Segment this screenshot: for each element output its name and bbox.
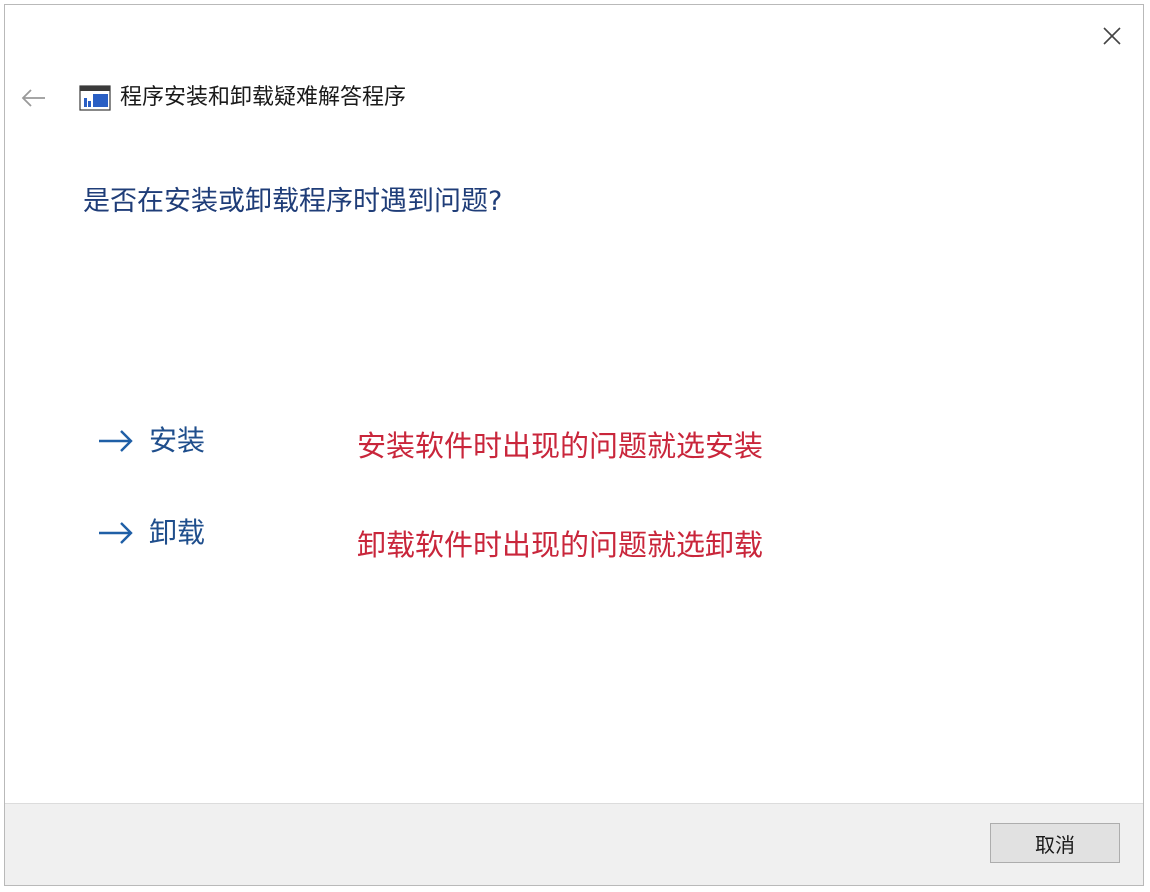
option-uninstall[interactable]: 卸载 (97, 513, 205, 553)
footer-bar: 取消 (5, 803, 1143, 885)
annotation-uninstall: 卸载软件时出现的问题就选卸载 (357, 528, 764, 562)
arrow-right-icon (99, 430, 133, 452)
close-icon (1103, 27, 1121, 45)
window-title: 程序安装和卸载疑难解答程序 (120, 85, 407, 110)
page-heading: 是否在安装或卸载程序时遇到问题? (83, 186, 503, 217)
back-arrow-icon (21, 89, 45, 107)
cancel-button[interactable]: 取消 (990, 823, 1120, 863)
troubleshooter-window: 程序安装和卸载疑难解答程序 是否在安装或卸载程序时遇到问题? 安装 卸载 安装软… (4, 4, 1144, 886)
option-install[interactable]: 安装 (97, 421, 205, 461)
troubleshooter-icon (79, 85, 111, 111)
annotation-install: 安装软件时出现的问题就选安装 (357, 429, 764, 463)
arrow-right-icon (99, 522, 133, 544)
close-button[interactable] (1097, 21, 1127, 51)
option-uninstall-label: 卸载 (149, 516, 206, 549)
back-button[interactable] (19, 83, 49, 113)
option-install-label: 安装 (149, 424, 206, 457)
